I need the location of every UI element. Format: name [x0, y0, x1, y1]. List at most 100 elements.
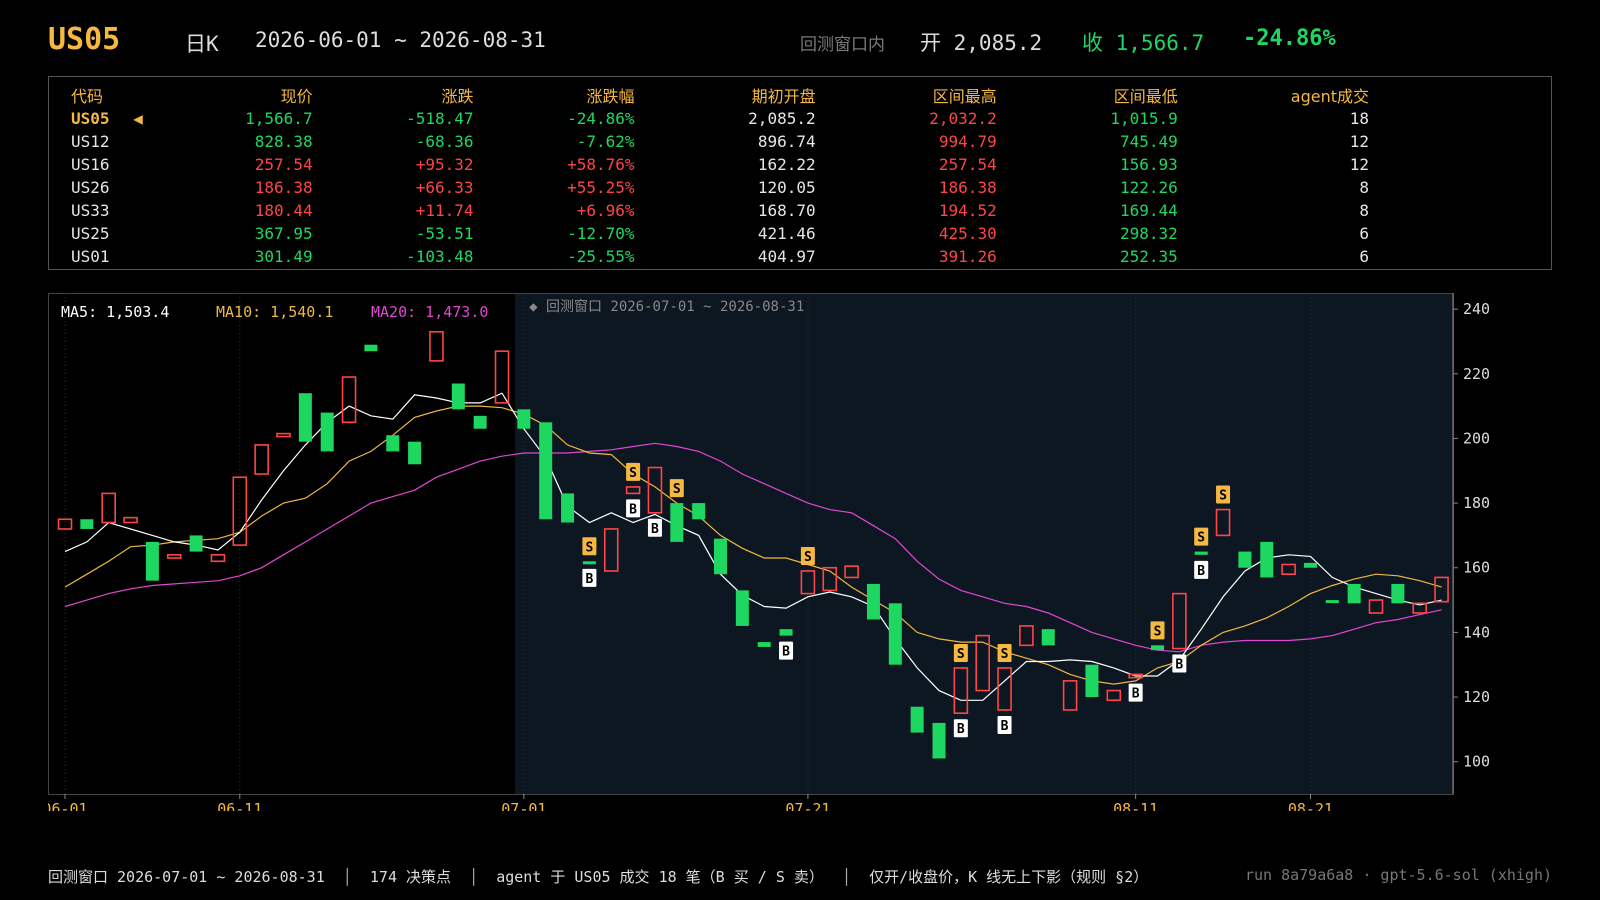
row-low: 169.44 — [1120, 201, 1178, 220]
candle[interactable] — [429, 330, 444, 362]
candle[interactable] — [866, 583, 880, 620]
sell-marker-label: S — [585, 540, 593, 555]
candle[interactable] — [166, 554, 182, 559]
row-code: US05 ◀ — [71, 109, 143, 128]
table-row[interactable]: US25 367.95 -53.51 -12.70% 421.46 425.30 298.3… — [49, 222, 1369, 245]
candle[interactable] — [341, 376, 357, 424]
row-code: US01 — [71, 247, 110, 266]
table-row[interactable]: US16 257.54 +95.32 +58.76% 162.22 257.54 156.9… — [49, 153, 1369, 176]
footer-bar: 回测窗口 2026-07-01 ~ 2026-08-31 │ 174 决策点 │… — [48, 868, 1149, 886]
y-tick-label: 1600 — [1463, 559, 1489, 577]
candle[interactable] — [888, 603, 902, 665]
table-row[interactable]: US26 186.38 +66.33 +55.25% 120.05 186.38 122.2… — [49, 176, 1369, 199]
row-change-pct: -24.86% — [567, 109, 635, 128]
column-header[interactable]: 涨跌幅 — [474, 83, 635, 107]
candle[interactable] — [1303, 562, 1317, 568]
footer-rule: 仅开/收盘价，K 线无上下影（规则 §2） — [869, 868, 1149, 886]
row-change: -53.51 — [415, 224, 474, 243]
candlestick-chart[interactable]: 1000 1200 1400 1600 1800 2000 2200 2400 06-01 06-… — [48, 293, 1489, 811]
column-header[interactable]: 现价 — [192, 83, 313, 107]
row-low: 298.32 — [1120, 224, 1178, 243]
selected-marker-icon: ◀ — [123, 109, 143, 128]
candle[interactable] — [408, 441, 422, 465]
x-tick-label: 08-21 — [1288, 800, 1333, 811]
sell-marker-label: S — [804, 550, 812, 565]
period-label[interactable]: 日K — [185, 28, 219, 58]
table-row[interactable]: US33 180.44 +11.74 +6.96% 168.70 194.52 169.44… — [49, 199, 1369, 222]
candle[interactable] — [210, 554, 226, 563]
sell-marker-label: S — [957, 647, 965, 662]
candle[interactable] — [386, 435, 400, 452]
footer-decisions: 174 决策点 — [369, 868, 452, 886]
row-open: 120.05 — [757, 178, 816, 197]
row-high: 994.79 — [938, 132, 997, 151]
column-header[interactable]: 区间最低 — [997, 83, 1178, 107]
row-change: -103.48 — [406, 247, 474, 266]
row-change-pct: -12.70% — [567, 224, 635, 243]
column-header[interactable]: 区间最高 — [816, 83, 997, 107]
candle[interactable] — [57, 518, 73, 530]
candle[interactable] — [779, 629, 793, 636]
column-header[interactable]: agent成交 — [1178, 83, 1369, 107]
column-header[interactable]: 期初开盘 — [635, 83, 816, 107]
chart-canvas[interactable]: 1000 1200 1400 1600 1800 2000 2200 2400 06-01 06-… — [48, 293, 1489, 811]
row-trades: 8 — [1359, 178, 1369, 197]
candle[interactable] — [1260, 541, 1274, 578]
candle[interactable] — [517, 409, 531, 429]
candle[interactable] — [232, 476, 248, 546]
candle[interactable] — [1238, 551, 1252, 568]
candle[interactable] — [364, 344, 378, 352]
sell-marker-label: S — [673, 482, 681, 497]
candle[interactable] — [735, 590, 749, 626]
candle[interactable] — [254, 444, 269, 475]
table-header-row: 代码 现价 涨跌 涨跌幅 期初开盘 区间最高 区间最低 agent成交 — [49, 83, 1369, 107]
candle[interactable] — [80, 519, 94, 529]
buy-marker-label: B — [651, 522, 659, 537]
window-label: 回测窗口内 — [800, 35, 885, 55]
candle[interactable] — [123, 516, 138, 524]
candle[interactable] — [1347, 583, 1361, 604]
row-trades: 12 — [1349, 132, 1369, 151]
candle[interactable] — [1391, 583, 1405, 604]
x-tick-label: 07-21 — [785, 800, 830, 811]
candle[interactable] — [714, 538, 727, 575]
table-row[interactable]: US01 301.49 -103.48 -25.55% 404.97 391.26 252.… — [49, 245, 1369, 268]
row-open: 168.70 — [757, 201, 816, 220]
candle[interactable] — [910, 706, 924, 733]
candle[interactable] — [561, 493, 575, 523]
candle[interactable] — [1151, 645, 1164, 651]
candle[interactable] — [298, 393, 312, 442]
candle[interactable] — [757, 642, 771, 647]
buy-marker-label: B — [585, 572, 593, 587]
table-row[interactable]: US12 828.38 -68.36 -7.62% 896.74 994.79 745.49… — [49, 130, 1369, 153]
candle[interactable] — [539, 422, 553, 520]
candle[interactable] — [101, 492, 117, 524]
candle[interactable] — [451, 383, 465, 410]
column-header[interactable]: 代码 — [49, 83, 192, 107]
candle[interactable] — [145, 541, 159, 581]
row-open: 404.97 — [757, 247, 816, 266]
table-body: US05 ◀ 1,566.7 -518.47 -24.86% 2,085.2 2,032.… — [49, 107, 1369, 268]
row-change-pct: -25.55% — [567, 247, 635, 266]
candle[interactable] — [670, 503, 684, 542]
candle[interactable] — [276, 432, 291, 438]
candle[interactable] — [692, 503, 706, 520]
footer-window: 回测窗口 2026-07-01 ~ 2026-08-31 — [48, 868, 325, 886]
row-change: -68.36 — [415, 132, 474, 151]
candle[interactable] — [932, 722, 946, 759]
row-price: 367.95 — [254, 224, 313, 243]
candle[interactable] — [1325, 600, 1339, 604]
candle[interactable] — [1041, 629, 1055, 646]
table-row[interactable]: US05 ◀ 1,566.7 -518.47 -24.86% 2,085.2 2,032.… — [49, 107, 1369, 130]
symbol-title: US05 — [48, 22, 121, 57]
candle[interactable] — [189, 535, 203, 552]
candle[interactable] — [1194, 551, 1208, 555]
column-header[interactable]: 涨跌 — [313, 83, 474, 107]
candle[interactable] — [473, 415, 487, 429]
row-code: US26 — [71, 178, 110, 197]
candle[interactable] — [1085, 664, 1099, 698]
row-low: 252.35 — [1120, 247, 1178, 266]
candle[interactable] — [320, 412, 334, 452]
row-trades: 6 — [1359, 224, 1369, 243]
candle[interactable] — [582, 561, 596, 565]
